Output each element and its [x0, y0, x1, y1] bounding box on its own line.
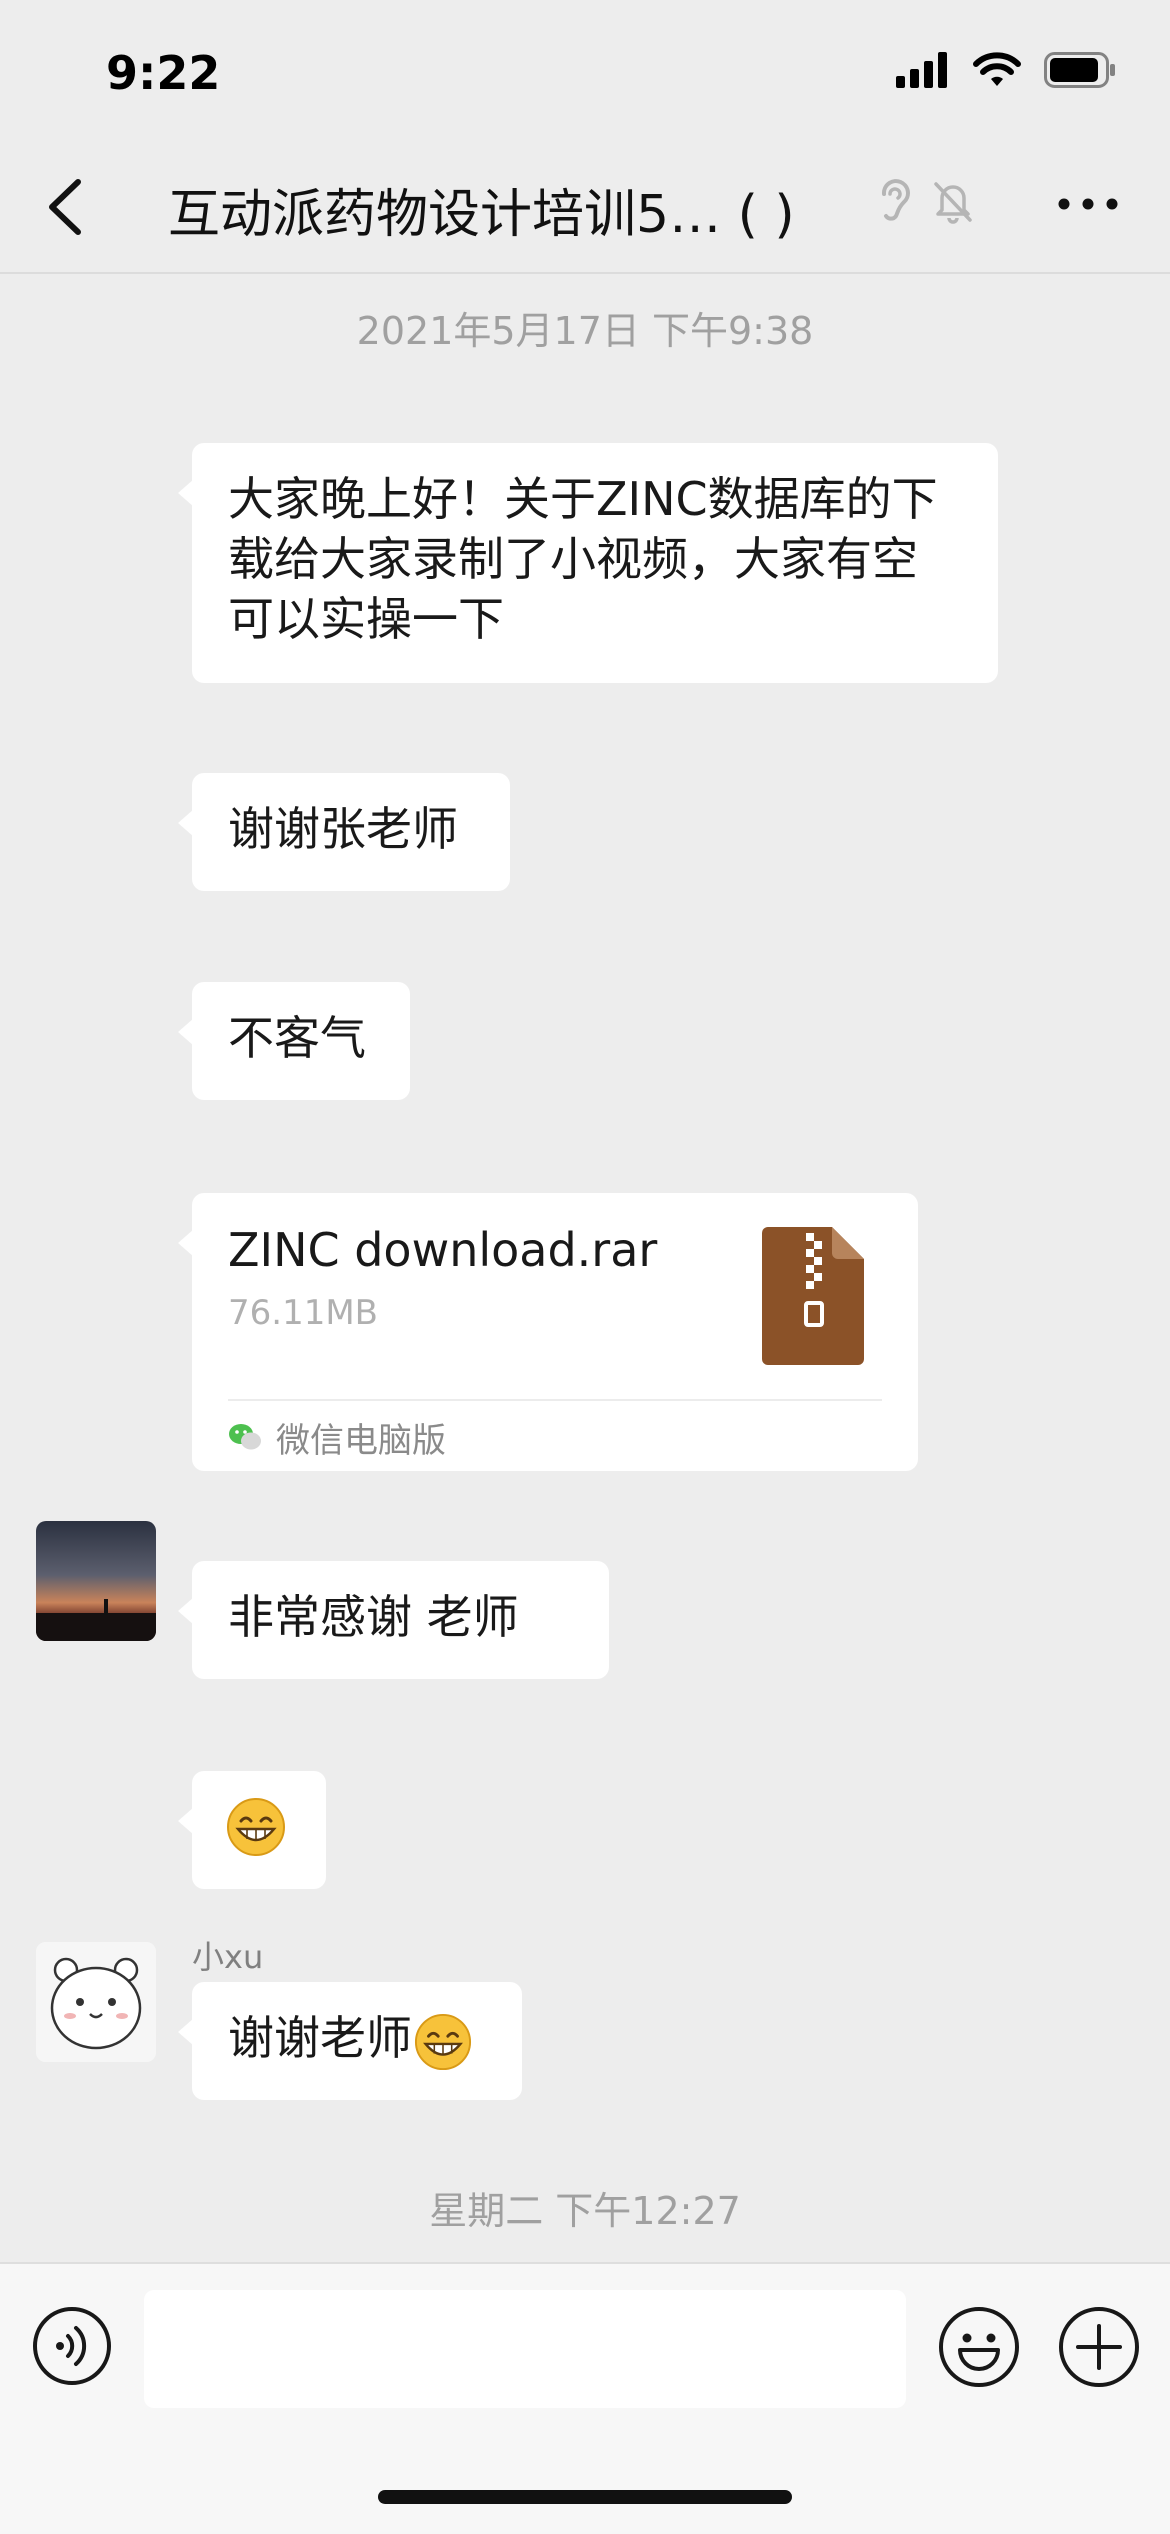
- file-size: 76.11MB: [228, 1293, 378, 1333]
- sender-name: 小xu: [192, 1938, 264, 1976]
- timestamp: 2021年5月17日 下午9:38: [356, 309, 814, 353]
- sunset-photo-icon: [36, 1521, 156, 1641]
- zip-file-icon: [762, 1227, 864, 1365]
- nav-status-icons: [876, 178, 976, 224]
- file-source-label: 微信电脑版: [276, 1420, 446, 1461]
- ear-icon: [881, 179, 910, 221]
- message-bubble[interactable]: 大家晚上好！关于ZINC数据库的下载给大家录制了小视频，大家有空可以实操一下: [178, 443, 998, 683]
- message-text: 谢谢张老师: [228, 802, 458, 856]
- grinning-face-icon: [414, 2013, 472, 2070]
- message-input[interactable]: [144, 2290, 906, 2408]
- message-text: 非常感谢 老师: [228, 1590, 519, 1644]
- top-bar: 9:22 互动派药物设计培训5… ( ): [0, 0, 1170, 274]
- file-message-card[interactable]: ZINC download.rar 76.11MB 微信电脑版: [178, 1193, 918, 1471]
- file-source: 微信电脑版: [228, 1409, 446, 1465]
- avatar[interactable]: [36, 1521, 156, 1641]
- message-text: 不客气: [228, 1011, 366, 1065]
- wechat-icon: [229, 1424, 261, 1450]
- message-bubble[interactable]: 谢谢老师: [178, 1982, 522, 2100]
- message-bubble[interactable]: 不客气: [178, 982, 410, 1100]
- chat-title[interactable]: 互动派药物设计培训5… ( ): [168, 172, 795, 247]
- message-bubble[interactable]: 谢谢张老师: [178, 773, 510, 891]
- file-name: ZINC download.rar: [228, 1223, 658, 1277]
- grinning-face-icon: [227, 1797, 285, 1856]
- signal-icon: [896, 52, 947, 88]
- message-text: 谢谢老师: [228, 2011, 412, 2065]
- avatar[interactable]: [36, 1942, 156, 2062]
- divider: [228, 1399, 882, 1401]
- message-text: 大家晚上好！关于ZINC数据库的下载给大家录制了小视频，大家有空可以实操一下: [228, 472, 938, 646]
- voice-icon[interactable]: [32, 2306, 112, 2386]
- timestamp: 星期二 下午12:27: [429, 2189, 741, 2233]
- more-icon[interactable]: [1056, 184, 1120, 224]
- status-time: 9:22: [106, 46, 221, 100]
- home-indicator: [378, 2490, 792, 2504]
- status-icons: [896, 52, 1118, 88]
- mute-bell-icon: [934, 182, 972, 224]
- message-bubble[interactable]: [178, 1771, 326, 1889]
- wifi-icon: [973, 52, 1021, 86]
- emoji-icon[interactable]: [938, 2306, 1020, 2388]
- cartoon-bear-icon: [36, 1942, 156, 2062]
- plus-icon[interactable]: [1058, 2306, 1140, 2388]
- message-bubble[interactable]: 非常感谢 老师: [178, 1561, 609, 1679]
- back-icon[interactable]: [40, 172, 90, 242]
- battery-icon: [1044, 52, 1115, 88]
